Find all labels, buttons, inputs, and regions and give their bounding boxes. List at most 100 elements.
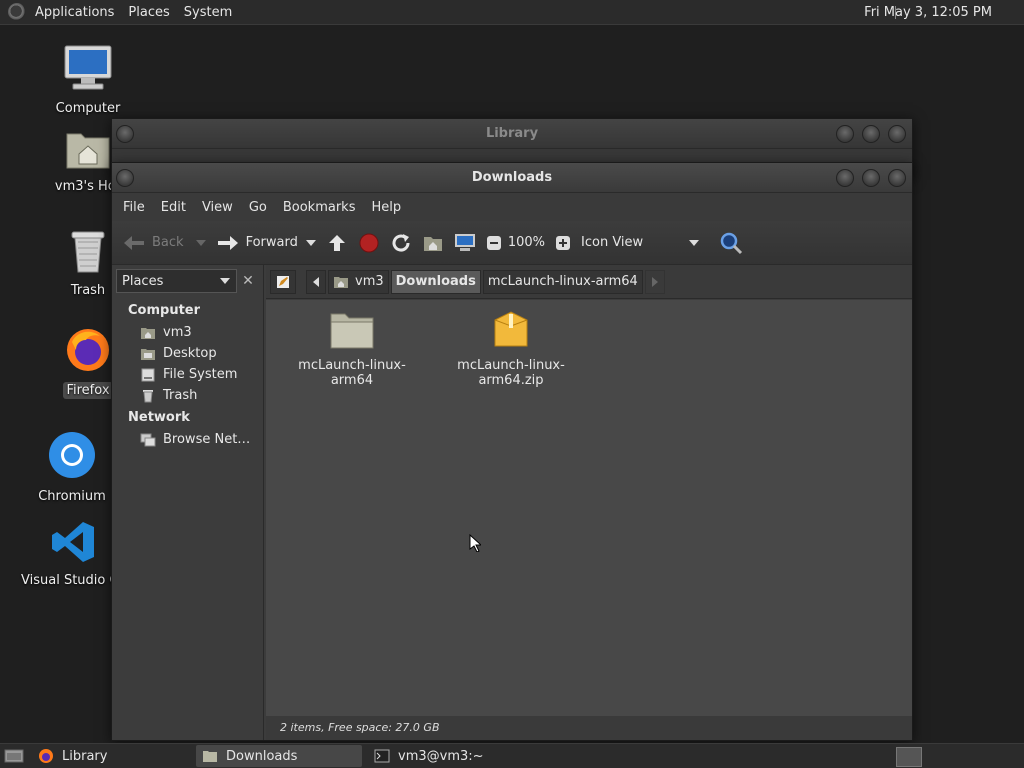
sidebar-item-label: Browse Net… xyxy=(163,432,251,447)
menu-go[interactable]: Go xyxy=(241,200,275,215)
stop-icon xyxy=(359,233,379,252)
toolbar: Back Forward 100% Icon View xyxy=(112,221,912,265)
desktop-icon-label: Trash xyxy=(70,283,106,298)
edit-icon xyxy=(277,275,289,288)
terminal-icon xyxy=(374,749,390,763)
bottom-panel: Library Downloads vm3@vm3:~ xyxy=(0,743,1024,768)
vscode-icon xyxy=(52,522,94,562)
archive-icon xyxy=(494,311,528,347)
sidebar-item-vm3[interactable]: vm3 xyxy=(112,322,263,343)
folder-icon xyxy=(202,749,218,763)
menu-edit[interactable]: Edit xyxy=(153,200,194,215)
sidebar-item-label: File System xyxy=(163,367,238,382)
view-mode-label: Icon View xyxy=(581,235,644,250)
file-name-line: arm64.zip xyxy=(478,373,544,388)
maximize-button[interactable] xyxy=(862,125,880,143)
view-mode-select[interactable]: Icon View xyxy=(581,235,700,250)
show-desktop-button[interactable] xyxy=(4,748,24,764)
close-sidebar-button[interactable]: ✕ xyxy=(237,269,259,293)
drive-icon xyxy=(140,368,156,382)
sidebar-mode-select[interactable]: Places xyxy=(116,269,237,293)
back-history-dropdown-icon[interactable] xyxy=(195,239,206,246)
chevron-right-icon xyxy=(651,276,658,287)
computer-icon xyxy=(454,233,475,251)
breadcrumb-mclaunch[interactable]: mcLaunch-linux-arm64 xyxy=(482,269,643,294)
breadcrumb-label: vm3 xyxy=(355,274,384,289)
zoom-level[interactable]: 100% xyxy=(508,235,545,250)
forward-button[interactable]: Forward xyxy=(216,234,316,252)
forward-history-dropdown-icon[interactable] xyxy=(305,239,316,246)
file-view[interactable]: mcLaunch-linux- arm64 mcLaunch-linux- ar… xyxy=(266,300,912,716)
back-label: Back xyxy=(152,235,184,250)
chromium-icon xyxy=(49,432,95,478)
back-arrow-icon xyxy=(122,234,146,252)
applications-logo-icon[interactable] xyxy=(8,3,26,21)
file-item-folder[interactable]: mcLaunch-linux- arm64 xyxy=(287,310,417,388)
maximize-button[interactable] xyxy=(862,169,880,187)
taskbar-item-label: vm3@vm3:~ xyxy=(398,748,484,764)
sidebar-item-desktop[interactable]: Desktop xyxy=(112,343,263,364)
desktop-icon-label: Chromium xyxy=(38,489,106,504)
stop-button[interactable] xyxy=(358,232,380,254)
window-menu-button[interactable] xyxy=(116,169,134,187)
downloads-window[interactable]: Downloads File Edit View Go Bookmarks He… xyxy=(111,162,913,741)
top-panel: Applications Places System Fri May 3, 12… xyxy=(0,0,1024,25)
desktop-icon xyxy=(140,347,156,361)
breadcrumb-scroll-left[interactable] xyxy=(306,269,326,294)
toggle-location-entry-button[interactable] xyxy=(270,269,296,294)
breadcrumb-scroll-right[interactable] xyxy=(644,269,665,294)
network-icon xyxy=(140,433,156,447)
desktop-icon-computer[interactable]: Computer xyxy=(33,44,143,117)
breadcrumb-downloads[interactable]: Downloads xyxy=(390,269,481,294)
window-title: Downloads xyxy=(471,170,553,185)
zoom-out-button[interactable] xyxy=(486,235,502,251)
taskbar-item-downloads[interactable]: Downloads xyxy=(196,745,362,767)
menu-places[interactable]: Places xyxy=(121,0,176,25)
menu-view[interactable]: View xyxy=(194,200,241,215)
sidebar-item-browse-network[interactable]: Browse Net… xyxy=(112,429,263,450)
clock[interactable]: Fri May 3, 12:05 PM xyxy=(864,0,992,25)
minimize-button[interactable] xyxy=(836,125,854,143)
menu-bookmarks[interactable]: Bookmarks xyxy=(275,200,364,215)
zoom-in-button[interactable] xyxy=(555,235,571,251)
close-button[interactable] xyxy=(888,169,906,187)
minimize-button[interactable] xyxy=(836,169,854,187)
menu-help[interactable]: Help xyxy=(363,200,409,215)
home-button[interactable] xyxy=(422,233,444,253)
up-button[interactable] xyxy=(326,233,348,253)
back-button[interactable]: Back xyxy=(122,234,206,252)
trash-icon xyxy=(71,231,105,273)
workspace-switcher[interactable] xyxy=(896,747,922,767)
folder-icon xyxy=(330,313,374,349)
menu-file[interactable]: File xyxy=(115,200,153,215)
sidebar: Places ✕ Computer vm3 Desktop File Syste… xyxy=(112,265,264,740)
chevron-down-icon xyxy=(689,239,700,246)
computer-icon xyxy=(64,45,112,90)
trash-icon xyxy=(140,389,156,403)
forward-arrow-icon xyxy=(216,234,240,252)
taskbar-item-library[interactable]: Library xyxy=(32,745,190,767)
window-menu-button[interactable] xyxy=(116,125,134,143)
sidebar-heading-computer: Computer xyxy=(128,303,201,318)
sidebar-item-label: Trash xyxy=(163,388,198,403)
zoom-in-icon xyxy=(556,235,571,250)
window-title: Library xyxy=(485,126,539,141)
menu-applications[interactable]: Applications xyxy=(28,0,121,25)
downloads-titlebar[interactable]: Downloads xyxy=(112,163,912,193)
breadcrumb-vm3[interactable]: vm3 xyxy=(328,269,389,294)
firefox-icon xyxy=(38,748,54,764)
search-button[interactable] xyxy=(719,231,743,255)
menu-system[interactable]: System xyxy=(177,0,239,25)
home-icon xyxy=(334,276,348,288)
sidebar-heading-network: Network xyxy=(128,410,190,425)
file-item-zip[interactable]: mcLaunch-linux- arm64.zip xyxy=(446,310,576,388)
sidebar-item-file-system[interactable]: File System xyxy=(112,364,263,385)
taskbar-item-terminal[interactable]: vm3@vm3:~ xyxy=(368,745,518,767)
breadcrumb-label: Downloads xyxy=(395,274,476,289)
computer-button[interactable] xyxy=(454,233,476,253)
reload-button[interactable] xyxy=(390,232,412,254)
close-button[interactable] xyxy=(888,125,906,143)
sidebar-item-trash[interactable]: Trash xyxy=(112,385,263,406)
up-arrow-icon xyxy=(328,234,345,251)
library-titlebar[interactable]: Library xyxy=(112,119,912,149)
